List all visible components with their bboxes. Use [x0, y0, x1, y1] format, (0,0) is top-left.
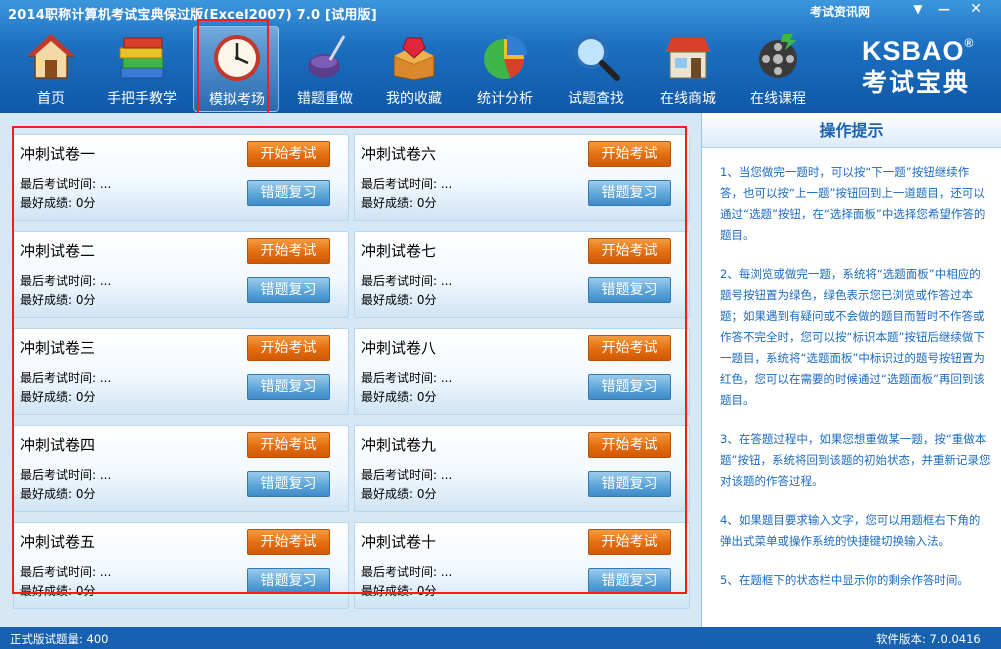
logo-cn: 考试宝典 [862, 68, 971, 97]
tip-text: 4、如果题目要求输入文字，您可以用题框右下角的弹出式菜单或操作系统的快捷键切换输… [720, 513, 981, 548]
toolbar-label: 统计分析 [477, 91, 533, 107]
books-icon [119, 37, 164, 79]
toolbar-search-questions[interactable]: 试题查找 [553, 26, 639, 112]
toolbar-online-course[interactable]: 在线课程 [735, 26, 821, 112]
toolbar-label: 我的收藏 [386, 91, 442, 107]
toolbar-label: 手把手教学 [107, 91, 177, 107]
toolbar-statistics[interactable]: 统计分析 [462, 26, 548, 112]
toolbar-label: 试题查找 [568, 91, 624, 107]
highlight-box [12, 126, 687, 594]
toolbar-label: 首页 [37, 91, 65, 107]
toolbar-online-store[interactable]: 在线商城 [645, 26, 731, 112]
highlight-box [197, 19, 269, 119]
treasure-box-icon [393, 37, 435, 81]
film-reel-icon [759, 34, 797, 78]
pen-ink-icon [308, 35, 346, 78]
toolbar-favorites[interactable]: 我的收藏 [371, 26, 457, 112]
ksbao-logo: KSBAO® 考试宝典 [862, 36, 992, 98]
magnifier-icon [574, 35, 620, 81]
toolbar-label: 错题重做 [297, 91, 353, 107]
logo-en: KSBAO [862, 36, 965, 66]
software-version: 软件版本: 7.0.0416 [876, 632, 981, 646]
tip-text: 5、在题框下的状态栏中显示你的剩余作答时间。 [720, 573, 969, 587]
logo-reg: ® [964, 36, 975, 50]
pie-chart-icon [484, 35, 527, 79]
toolbar-label: 在线商城 [660, 91, 716, 107]
tip-text: 1、当您做完一题时，可以按“下一题”按钮继续作答，也可以按“上一题”按钮回到上一… [720, 165, 986, 242]
menu-dropdown-button[interactable]: ▼ [908, 0, 928, 20]
shop-icon [666, 38, 710, 79]
tips-panel: 操作提示 1、当您做完一题时，可以按“下一题”按钮继续作答，也可以按“上一题”按… [701, 113, 1001, 627]
tip-text: 3、在答题过程中，如果您想重做某一题，按“重做本题”按钮，系统将回到该题的初始状… [720, 432, 991, 488]
toolbar-label: 在线课程 [750, 91, 806, 107]
toolbar-wrong-redo[interactable]: 错题重做 [282, 26, 368, 112]
house-icon [27, 34, 75, 79]
status-bar: 正式版试题量: 400 软件版本: 7.0.0416 [0, 627, 1001, 649]
toolbar-home[interactable]: 首页 [8, 26, 94, 112]
news-link[interactable]: 考试资讯网 [810, 3, 870, 20]
tip-text: 2、每浏览或做完一题，系统将“选题面板”中相应的题号按钮置为绿色，绿色表示您已浏… [720, 267, 985, 407]
minimize-button[interactable]: — [932, 0, 956, 20]
window-title: 2014职称计算机考试宝典保过版(Excel2007) 7.0 [试用版] [8, 8, 377, 23]
question-count: 正式版试题量: 400 [10, 632, 109, 646]
tips-title: 操作提示 [702, 113, 1001, 148]
app-header: 2014职称计算机考试宝典保过版(Excel2007) 7.0 [试用版] 考试… [0, 0, 1001, 119]
tips-body: 1、当您做完一题时，可以按“下一题”按钮继续作答，也可以按“上一题”按钮回到上一… [702, 148, 1001, 591]
toolbar-tutorial[interactable]: 手把手教学 [99, 26, 185, 112]
close-button[interactable]: ✕ [962, 0, 990, 20]
